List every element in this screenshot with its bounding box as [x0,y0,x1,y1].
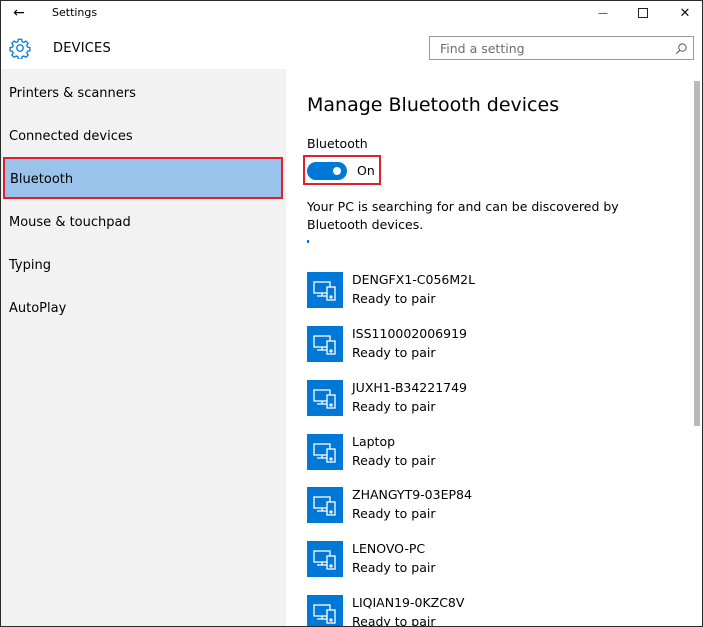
device-item[interactable]: ISS110002006919 Ready to pair [307,324,677,368]
device-name: LIQIAN19-0KZC8V [352,595,465,610]
sidebar-item-label: Bluetooth [10,172,74,187]
device-item[interactable]: DENGFX1-C056M2L Ready to pair [307,270,677,314]
discovery-status-text: Your PC is searching for and can be disc… [307,199,619,232]
toggle-state-label: On [357,163,375,178]
sidebar-item-bluetooth[interactable]: Bluetooth [3,157,283,199]
device-name: Laptop [352,434,396,449]
device-status: Ready to pair [352,453,436,468]
device-name: JUXH1-B34221749 [352,380,468,395]
device-item[interactable]: JUXH1-B34221749 Ready to pair [307,378,677,422]
sidebar-item-typing[interactable]: Typing [1,243,286,285]
device-item[interactable]: LIQIAN19-0KZC8V Ready to pair [307,593,677,627]
back-button[interactable]: ← [7,2,31,24]
main-content: Manage Bluetooth devices Bluetooth On Yo… [286,69,702,627]
device-computer-icon [307,272,343,308]
device-name: LENOVO-PC [352,541,426,556]
window-title: Settings [52,6,98,19]
page-header: DEVICES Find a setting [1,25,702,69]
device-computer-icon [307,326,343,362]
device-item[interactable]: Laptop Ready to pair [307,432,677,476]
back-arrow-icon: ← [13,5,25,21]
device-status: Ready to pair [352,291,436,306]
device-item[interactable]: LENOVO-PC Ready to pair [307,539,677,583]
search-progress-indicator [307,240,309,243]
sidebar-item-label: Printers & scanners [9,86,136,101]
sidebar-item-label: Connected devices [9,129,133,144]
search-placeholder: Find a setting [440,41,525,56]
sidebar-item-label: AutoPlay [9,301,67,316]
sidebar: Printers & scanners Connected devices Bl… [1,69,286,626]
maximize-icon [638,8,648,18]
toggle-knob [333,167,341,175]
sidebar-item-connected-devices[interactable]: Connected devices [1,114,286,156]
sidebar-item-label: Mouse & touchpad [9,215,131,230]
device-status: Ready to pair [352,399,436,414]
sidebar-item-printers-scanners[interactable]: Printers & scanners [1,71,286,113]
device-status: Ready to pair [352,614,436,627]
settings-window: ← Settings — ✕ DEVICES Find a setting Pr… [0,0,703,627]
device-computer-icon [307,434,343,470]
close-button[interactable]: ✕ [667,1,702,25]
minimize-icon: — [598,7,608,19]
bluetooth-toggle[interactable] [307,162,347,180]
sidebar-item-mouse-touchpad[interactable]: Mouse & touchpad [1,200,286,242]
device-status: Ready to pair [352,506,436,521]
device-name: ZHANGYT9-03EP84 [352,487,472,502]
page-title: Manage Bluetooth devices [307,94,560,116]
search-input[interactable]: Find a setting [429,36,694,60]
bluetooth-label: Bluetooth [307,136,368,151]
search-icon[interactable] [675,42,688,55]
device-name: ISS110002006919 [352,326,467,341]
sidebar-item-autoplay[interactable]: AutoPlay [1,286,286,328]
device-item[interactable]: ZHANGYT9-03EP84 Ready to pair [307,485,677,529]
device-status: Ready to pair [352,560,436,575]
device-computer-icon [307,380,343,416]
device-status: Ready to pair [352,345,436,360]
minimize-button[interactable]: — [585,1,621,25]
device-name: DENGFX1-C056M2L [352,272,476,287]
close-icon: ✕ [679,5,691,21]
device-computer-icon [307,595,343,626]
sidebar-item-label: Typing [9,258,51,273]
maximize-button[interactable] [625,1,661,25]
vertical-scrollbar[interactable] [694,81,700,426]
title-bar: ← Settings — ✕ [1,1,702,25]
device-computer-icon [307,487,343,523]
section-title: DEVICES [53,41,111,56]
gear-icon [9,38,31,59]
device-computer-icon [307,541,343,577]
